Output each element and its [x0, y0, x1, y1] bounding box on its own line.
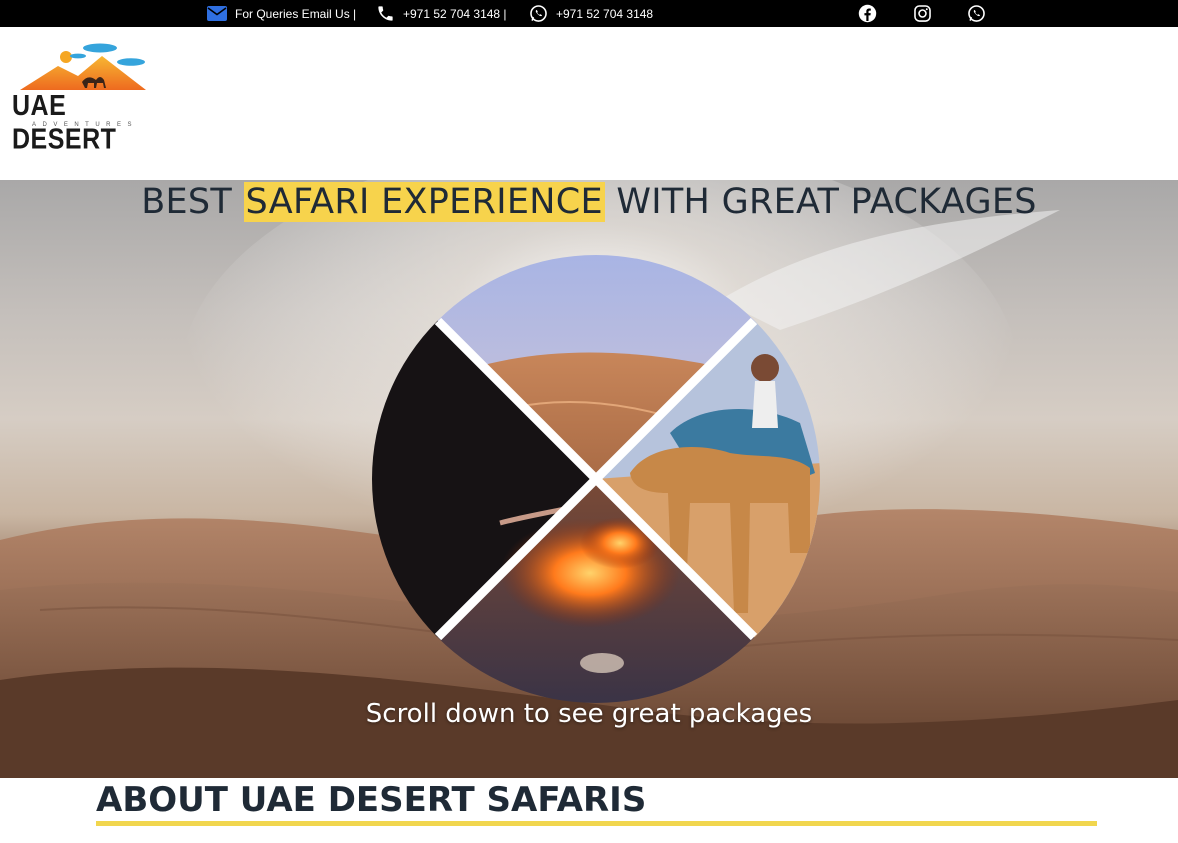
top-contact-bar: For Queries Email Us | +971 52 704 3148 … — [0, 0, 1178, 27]
email-label: For Queries Email Us | — [235, 6, 357, 21]
logo-subtitle: ADVENTURES — [31, 122, 138, 128]
hero-title-before: BEST — [141, 182, 244, 222]
desert-logo-icon — [20, 43, 146, 90]
instagram-link[interactable] — [912, 3, 932, 23]
instagram-icon — [913, 4, 931, 22]
envelope-icon — [207, 6, 227, 21]
hero-title-after: WITH GREAT PACKAGES — [604, 182, 1037, 222]
photo-collage-circle — [372, 255, 820, 703]
about-heading-underline — [96, 821, 1097, 826]
whatsapp-link[interactable]: +971 52 704 3148 — [529, 0, 653, 27]
phone-label: +971 52 704 3148 | — [403, 6, 507, 21]
whatsapp-social-link[interactable] — [966, 3, 986, 23]
facebook-icon — [858, 4, 876, 22]
email-link[interactable]: For Queries Email Us | — [207, 0, 356, 27]
facebook-link[interactable] — [857, 3, 877, 23]
site-logo[interactable]: UAE DESERT ADVENTURES — [12, 42, 158, 155]
about-heading: ABOUT UAE DESERT SAFARIS — [96, 780, 647, 820]
phone-icon — [378, 6, 393, 21]
hero-title: BEST SAFARI EXPERIENCE WITH GREAT PACKAG… — [0, 182, 1178, 222]
whatsapp-icon — [967, 4, 985, 22]
hero-title-highlight: SAFARI EXPERIENCE — [243, 182, 605, 222]
whatsapp-label: +971 52 704 3148 — [556, 6, 654, 21]
whatsapp-icon — [530, 5, 547, 22]
hero-subtitle: Scroll down to see great packages — [365, 699, 813, 729]
phone-link[interactable]: +971 52 704 3148 | — [376, 0, 507, 27]
hero-banner: BEST SAFARI EXPERIENCE WITH GREAT PACKAG… — [0, 180, 1178, 778]
